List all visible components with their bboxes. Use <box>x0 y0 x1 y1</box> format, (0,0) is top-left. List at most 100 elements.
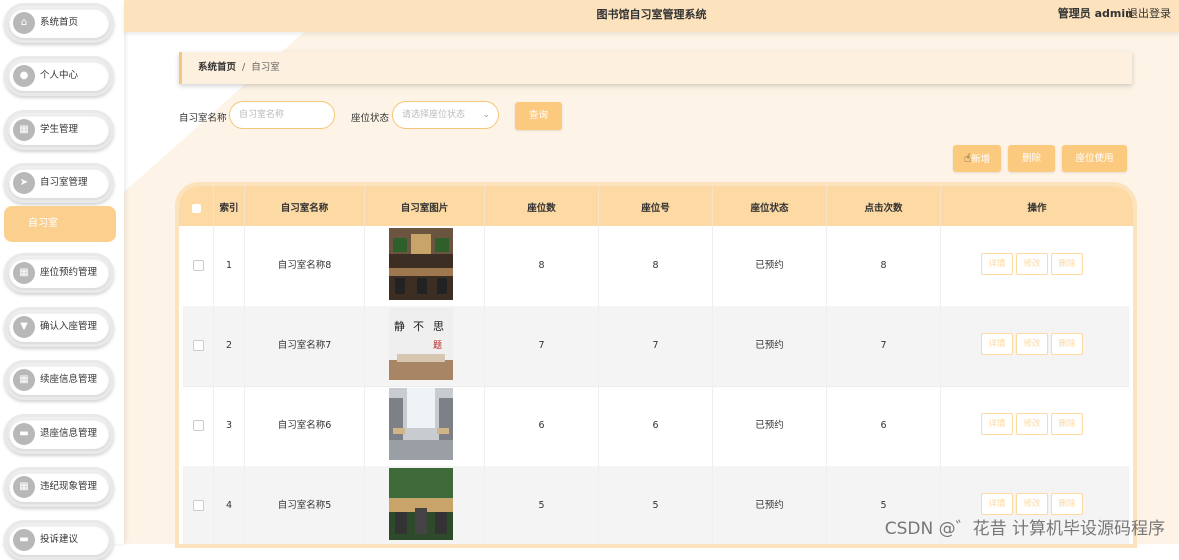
row-checkbox[interactable] <box>183 226 214 306</box>
row-checkbox[interactable] <box>183 306 214 386</box>
add-button[interactable]: ☝新增 <box>953 145 1001 172</box>
row-name: 自习室名称5 <box>245 466 365 544</box>
row-status: 已预约 <box>713 466 827 544</box>
edit-button[interactable]: 修改 <box>1016 253 1048 275</box>
detail-button[interactable]: 详情 <box>981 493 1013 515</box>
row-image-cell <box>365 226 485 306</box>
col-clicks: 点击次数 <box>827 186 941 226</box>
grid-icon: ▦ <box>13 119 35 141</box>
edit-button[interactable]: 修改 <box>1016 413 1048 435</box>
col-seat-no: 座位号 <box>599 186 713 226</box>
sidebar-item-seat-booking[interactable]: ▦ 座位预约管理 <box>4 253 114 293</box>
sidebar-item-profile[interactable]: ● 个人中心 <box>4 56 114 96</box>
study-room-photo[interactable] <box>389 228 453 300</box>
breadcrumb: 系统首页 / 自习室 <box>179 52 1132 84</box>
sidebar-item-confirm-seat[interactable]: ▼ 确认入座管理 <box>4 307 114 347</box>
breadcrumb-separator: / <box>242 62 246 73</box>
detail-button[interactable]: 详情 <box>981 413 1013 435</box>
current-user: 管理员 admin <box>1057 7 1133 20</box>
breadcrumb-home[interactable]: 系统首页 <box>198 62 236 73</box>
row-seat-no: 8 <box>599 226 713 306</box>
row-index: 3 <box>214 386 245 466</box>
row-index: 2 <box>214 306 245 386</box>
study-room-photo[interactable]: 静不思题 <box>389 308 453 380</box>
status-filter-label: 座位状态 <box>351 113 390 124</box>
pin-icon: ▼ <box>13 316 35 338</box>
row-seat-no: 7 <box>599 306 713 386</box>
row-name: 自习室名称7 <box>245 306 365 386</box>
row-clicks: 8 <box>827 226 941 306</box>
detail-button[interactable]: 详情 <box>981 253 1013 275</box>
row-actions: 详情 修改 删除 <box>981 306 1129 386</box>
edit-button[interactable]: 修改 <box>1016 493 1048 515</box>
sidebar-item-leave-seat[interactable]: ▬ 退座信息管理 <box>4 414 114 454</box>
grid-icon: ▦ <box>13 262 35 284</box>
svg-text:思: 思 <box>433 320 444 333</box>
row-delete-button[interactable]: 删除 <box>1051 253 1083 275</box>
svg-text:不: 不 <box>413 320 424 333</box>
row-index: 1 <box>214 226 245 306</box>
chat-icon: ▬ <box>13 423 35 445</box>
col-index: 索引 <box>214 186 245 226</box>
watermark: CSDN @゛花昔 计算机毕设源码程序 <box>884 519 1165 539</box>
col-status: 座位状态 <box>713 186 827 226</box>
row-actions: 详情 修改 删除 <box>981 386 1129 466</box>
chevron-down-icon: ⌄ <box>482 110 490 120</box>
sidebar-item-study-rooms[interactable]: ➤ 自习室管理 <box>4 163 114 203</box>
home-icon: ⌂ <box>13 12 35 34</box>
sidebar-item-home[interactable]: ⌂ 系统首页 <box>4 3 114 43</box>
table-header: 索引 自习室名称 自习室图片 座位数 座位号 座位状态 点击次数 操作 <box>179 186 1133 226</box>
app-title: 图书馆自习室管理系统 <box>596 8 707 21</box>
row-status: 已预约 <box>713 386 827 466</box>
row-checkbox[interactable] <box>183 466 214 544</box>
delete-button[interactable]: 删除 <box>1008 145 1055 172</box>
row-seats: 7 <box>485 306 599 386</box>
col-name: 自习室名称 <box>245 186 365 226</box>
logout-link[interactable]: 退出登录 <box>1127 0 1171 28</box>
name-filter-label: 自习室名称 <box>179 113 227 124</box>
row-delete-button[interactable]: 删除 <box>1051 493 1083 515</box>
user-icon: ● <box>13 65 35 87</box>
row-seat-no: 6 <box>599 386 713 466</box>
row-status: 已预约 <box>713 226 827 306</box>
table-row: 3 自习室名称6 6 6 已预约 6 详情 修改 删除 <box>183 386 1129 467</box>
sidebar-subitem-study-room[interactable]: 自习室 <box>4 206 116 242</box>
grid-icon: ▦ <box>13 476 35 498</box>
detail-button[interactable]: 详情 <box>981 333 1013 355</box>
sidebar-item-complaints[interactable]: ▬ 投诉建议 <box>4 520 114 560</box>
row-actions: 详情 修改 删除 <box>981 226 1129 306</box>
name-search-input[interactable]: 自习室名称 <box>229 101 335 129</box>
row-seats: 6 <box>485 386 599 466</box>
row-name: 自习室名称8 <box>245 226 365 306</box>
row-seats: 5 <box>485 466 599 544</box>
study-room-table: 索引 自习室名称 自习室图片 座位数 座位号 座位状态 点击次数 操作 1 自习… <box>179 186 1133 544</box>
study-room-photo[interactable] <box>389 388 453 460</box>
svg-text:静: 静 <box>394 319 405 333</box>
query-button[interactable]: 查询 <box>515 102 562 130</box>
col-image: 自习室图片 <box>365 186 485 226</box>
svg-text:题: 题 <box>433 340 442 351</box>
row-checkbox[interactable] <box>183 386 214 466</box>
row-clicks: 7 <box>827 306 941 386</box>
row-delete-button[interactable]: 删除 <box>1051 333 1083 355</box>
row-seat-no: 5 <box>599 466 713 544</box>
sidebar-item-violations[interactable]: ▦ 违纪现象管理 <box>4 467 114 507</box>
sidebar-item-students[interactable]: ▦ 学生管理 <box>4 110 114 150</box>
breadcrumb-current: 自习室 <box>251 62 280 73</box>
row-image-cell <box>365 386 485 466</box>
row-seats: 8 <box>485 226 599 306</box>
row-status: 已预约 <box>713 306 827 386</box>
status-select[interactable]: 请选择座位状态 ⌄ <box>392 101 499 129</box>
row-image-cell: 静不思题 <box>365 306 485 386</box>
edit-button[interactable]: 修改 <box>1016 333 1048 355</box>
status-select-placeholder: 请选择座位状态 <box>402 110 466 120</box>
sidebar-item-extend-seat[interactable]: ▦ 续座信息管理 <box>4 360 114 400</box>
row-delete-button[interactable]: 删除 <box>1051 413 1083 435</box>
col-actions: 操作 <box>1027 203 1047 214</box>
seat-use-button[interactable]: 座位使用 <box>1062 145 1127 172</box>
select-all-checkbox[interactable] <box>179 186 214 226</box>
row-clicks: 6 <box>827 386 941 466</box>
sidebar: ⌂ 系统首页 ● 个人中心 ▦ 学生管理 ➤ 自习室管理 自习室 ▦ 座位预约管理 ▼ 确认… <box>0 0 124 560</box>
study-room-photo[interactable] <box>389 468 453 540</box>
col-seats: 座位数 <box>485 186 599 226</box>
